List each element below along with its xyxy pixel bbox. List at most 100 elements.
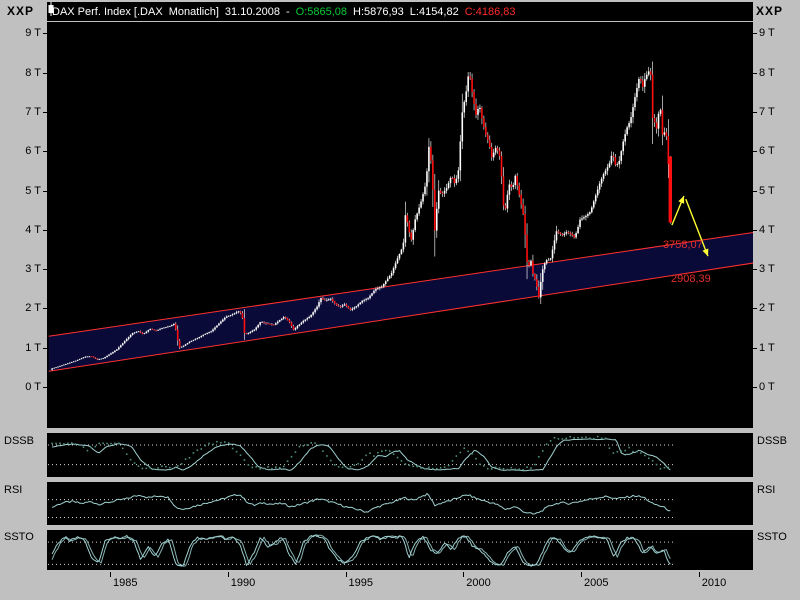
dssb-dot <box>271 467 273 470</box>
y-axis-tick <box>43 151 47 153</box>
candle <box>123 341 126 344</box>
candle <box>500 156 503 177</box>
candle <box>202 334 205 336</box>
candle <box>343 304 346 306</box>
candle <box>622 141 625 152</box>
candle <box>278 320 281 322</box>
candle <box>640 79 642 81</box>
x-axis-tick <box>698 572 700 577</box>
candle <box>96 358 99 360</box>
dssb-dot <box>416 465 418 468</box>
y-axis-tick <box>43 33 47 35</box>
candle <box>647 71 650 75</box>
y-axis-tick <box>753 33 757 35</box>
candle <box>443 190 446 194</box>
candle <box>373 290 375 294</box>
candle <box>261 321 263 323</box>
candle <box>359 302 362 305</box>
candle <box>530 260 532 266</box>
dssb-dot <box>141 467 144 470</box>
candle <box>302 320 305 323</box>
candle <box>579 219 581 227</box>
dssb-dot <box>188 456 191 459</box>
candle <box>408 222 411 233</box>
candle <box>222 319 224 322</box>
candle <box>569 232 572 234</box>
candle <box>157 329 159 331</box>
candle <box>589 212 591 215</box>
candle <box>467 76 469 92</box>
dssb-dot <box>86 449 89 452</box>
candle <box>490 147 493 158</box>
candle <box>298 324 301 327</box>
dssb-dot <box>439 467 442 469</box>
y-axis-tick <box>43 229 47 231</box>
candle <box>190 340 193 342</box>
candle <box>339 306 342 307</box>
candle <box>308 316 311 319</box>
candle <box>180 346 183 348</box>
dssb-dot <box>227 442 230 444</box>
dssb-dot <box>196 449 199 452</box>
dssb-dot <box>176 465 179 467</box>
dssb-dot <box>620 450 623 453</box>
dssb-dot <box>392 453 395 456</box>
candle <box>624 134 626 142</box>
dssb-dot <box>302 444 305 447</box>
candle <box>112 352 114 354</box>
candle <box>174 323 177 330</box>
candle <box>172 323 175 326</box>
dssb-dot <box>400 460 403 462</box>
dssb-dot <box>538 455 540 458</box>
candle <box>653 117 656 123</box>
dssb-dot <box>592 437 595 440</box>
dssb-dot <box>612 452 615 454</box>
y-axis-tick <box>753 308 757 310</box>
candle <box>312 312 314 315</box>
candle <box>88 356 91 358</box>
candle <box>225 316 228 318</box>
candle <box>196 338 199 340</box>
candle <box>592 201 595 208</box>
dssb-dot <box>659 468 662 470</box>
dssb-dot <box>545 443 548 446</box>
ssto-indicator <box>48 534 675 567</box>
dssb-dot <box>608 447 611 449</box>
dssb-dot <box>90 446 93 449</box>
dssb-dot <box>357 462 360 465</box>
candle <box>357 304 360 307</box>
dssb-dot <box>510 466 513 469</box>
candle <box>239 311 242 313</box>
candle <box>571 233 573 236</box>
candle <box>608 163 611 168</box>
candle <box>292 326 295 330</box>
dssb-dot <box>553 437 556 439</box>
dssb-dot <box>78 444 81 446</box>
candle <box>642 80 644 87</box>
dssb-dot <box>388 450 391 452</box>
candle <box>585 215 587 218</box>
dssb-dot <box>573 437 575 439</box>
dssb-dot <box>530 467 532 469</box>
candle <box>563 233 566 236</box>
candle <box>649 71 652 75</box>
dssb-dot <box>94 445 97 448</box>
candle <box>167 326 169 328</box>
y-axis-label-right: 2 T <box>759 302 775 315</box>
chart-drawing-layer[interactable] <box>0 0 800 600</box>
y-axis-tick <box>43 72 47 74</box>
candle <box>147 330 150 332</box>
candle <box>224 317 226 320</box>
dssb-dot <box>396 456 399 459</box>
dssb-dot <box>463 447 466 450</box>
y-axis-tick <box>43 347 47 349</box>
dssb-dot <box>616 450 619 453</box>
candle <box>253 329 256 331</box>
candle <box>220 321 222 324</box>
channel-upper-line <box>48 232 753 337</box>
y-axis-label-left: 3 T <box>25 263 41 276</box>
candle <box>259 322 261 325</box>
candle <box>145 331 148 334</box>
candle <box>386 278 389 282</box>
dssb-dot <box>212 443 214 446</box>
